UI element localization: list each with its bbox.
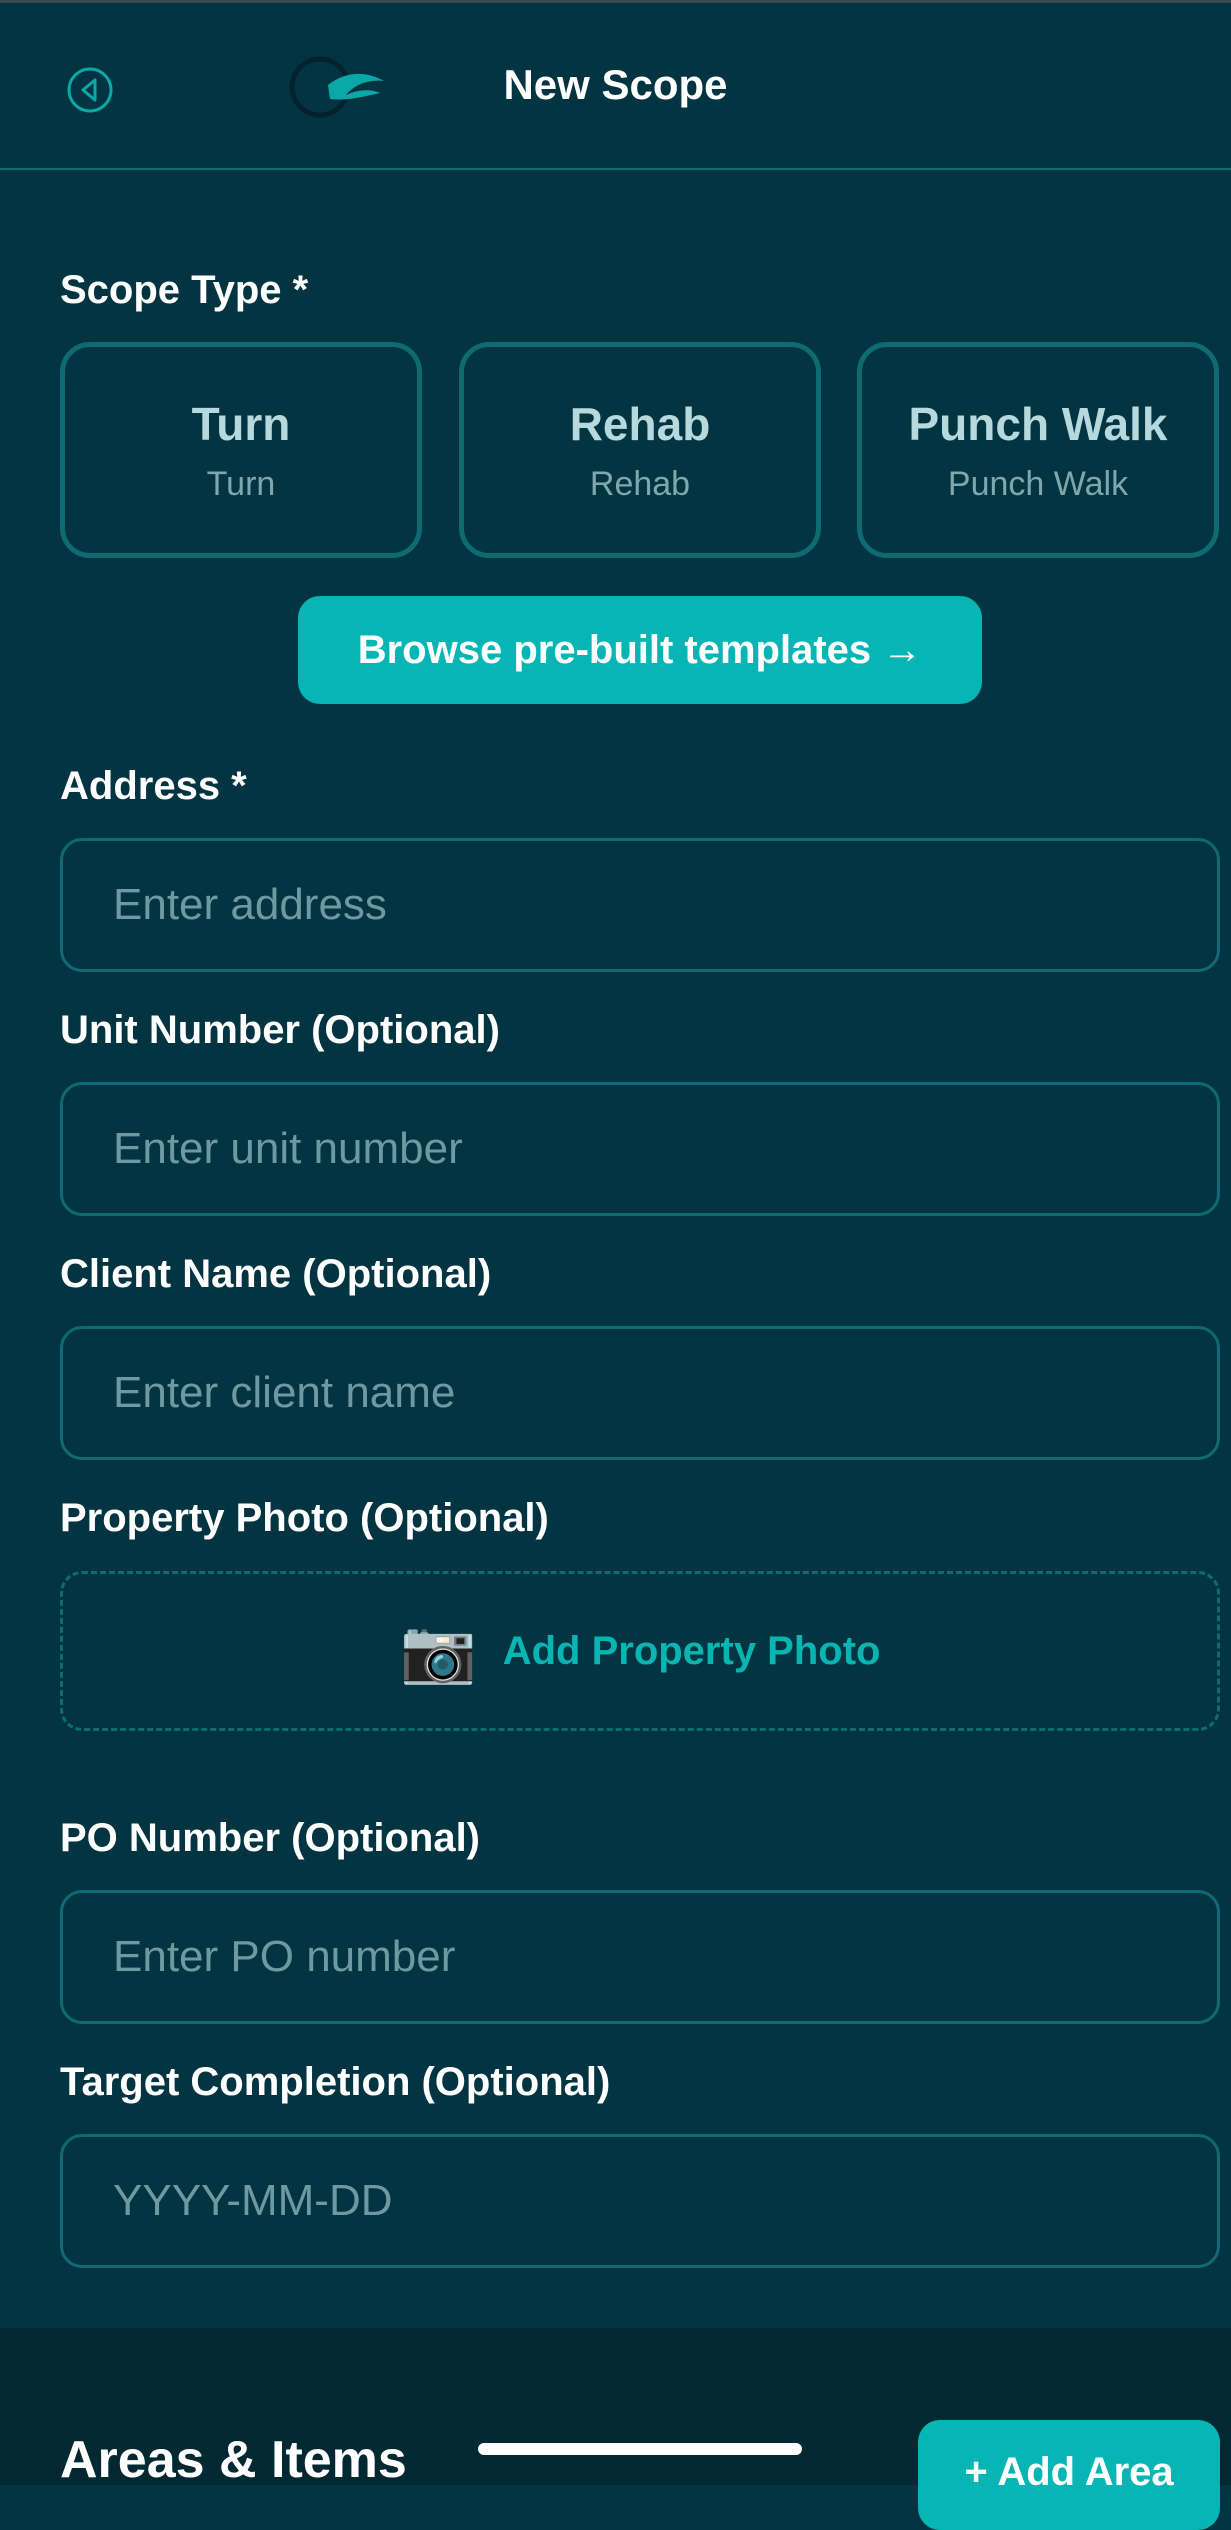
target-completion-label: Target Completion (Optional) (60, 2060, 611, 2104)
scope-type-punch-walk[interactable]: Punch Walk Punch Walk (857, 342, 1219, 558)
add-area-button[interactable]: + Add Area (918, 2420, 1220, 2530)
scope-type-title: Rehab (569, 397, 711, 450)
target-completion-input[interactable]: YYYY-MM-DD (60, 2134, 1220, 2268)
scope-type-subtitle: Turn (206, 464, 276, 503)
scope-type-title: Punch Walk (908, 397, 1168, 450)
page-title: New Scope (503, 61, 728, 108)
browse-templates-button[interactable]: Browse pre-built templates → (298, 596, 982, 704)
scope-type-subtitle: Punch Walk (947, 464, 1129, 503)
home-indicator[interactable] (478, 2443, 802, 2455)
po-number-input[interactable]: Enter PO number (60, 1890, 1220, 2024)
unit-number-input[interactable]: Enter unit number (60, 1082, 1220, 1216)
add-property-photo-label: Add Property Photo (502, 1628, 881, 1673)
add-property-photo-button[interactable]: 📷 Add Property Photo (60, 1571, 1220, 1731)
unit-number-label: Unit Number (Optional) (60, 1008, 500, 1052)
header-bar: New Scope (0, 3, 1231, 170)
camera-icon: 📷 (399, 1616, 477, 1686)
scope-type-turn[interactable]: Turn Turn (60, 342, 422, 558)
scope-type-subtitle: Rehab (589, 464, 691, 503)
scope-type-rehab[interactable]: Rehab Rehab (459, 342, 821, 558)
areas-title: Areas & Items (60, 2431, 407, 2489)
scope-type-label: Scope Type * (60, 268, 309, 312)
address-label: Address * (60, 764, 247, 808)
address-input[interactable]: Enter address (60, 838, 1220, 972)
po-number-label: PO Number (Optional) (60, 1816, 480, 1860)
client-name-input[interactable]: Enter client name (60, 1326, 1220, 1460)
property-photo-label: Property Photo (Optional) (60, 1496, 549, 1540)
client-name-label: Client Name (Optional) (60, 1252, 492, 1296)
scope-type-title: Turn (191, 397, 291, 450)
